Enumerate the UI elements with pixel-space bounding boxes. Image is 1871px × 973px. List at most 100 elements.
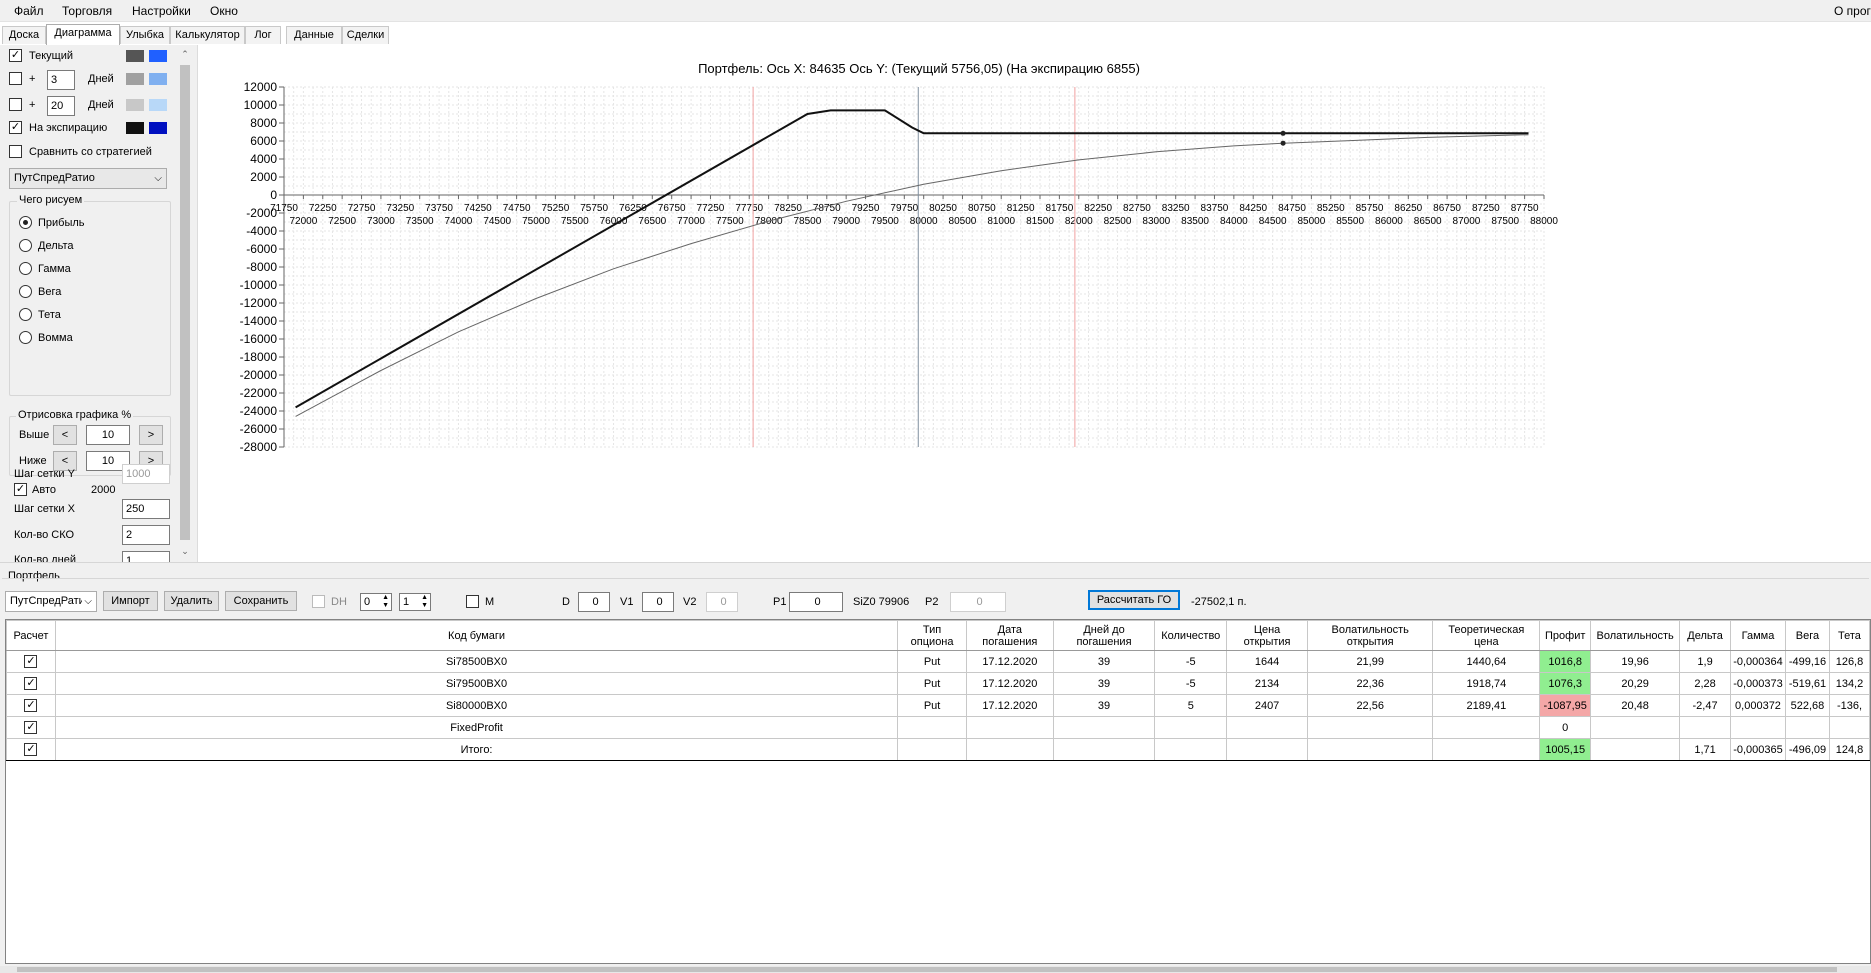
menu-about[interactable]: О прог xyxy=(1834,4,1871,18)
menu-settings[interactable]: Настройки xyxy=(132,4,191,18)
days2-color-swatch-1[interactable] xyxy=(126,99,144,111)
x-tick-label: 87500 xyxy=(1491,216,1519,227)
radio-gamma[interactable] xyxy=(19,262,32,275)
tab-data[interactable]: Данные xyxy=(286,26,342,44)
col-header-theta[interactable]: Тета xyxy=(1828,620,1870,651)
col-header-vol[interactable]: Волатильность xyxy=(1590,620,1681,651)
radio-vega[interactable] xyxy=(19,285,32,298)
menu-trading[interactable]: Торговля xyxy=(62,4,112,18)
col-header-days[interactable]: Дней до погашения xyxy=(1052,620,1156,651)
current-color-swatch-2[interactable] xyxy=(149,50,167,62)
tab-smile[interactable]: Улыбка xyxy=(120,26,170,44)
row-calc-checkbox[interactable]: ✓ xyxy=(24,721,38,734)
scroll-up-icon[interactable]: ⌃ xyxy=(178,49,192,63)
portfolio-strategy-combo[interactable]: ПутСпредРатио ⌵ xyxy=(5,591,97,612)
col-header-qty[interactable]: Количество xyxy=(1154,620,1228,651)
p1-input[interactable]: 0 xyxy=(789,592,843,612)
spin-arrows-icon[interactable]: ▲ ▼ xyxy=(421,594,428,610)
days2-color-swatch-2[interactable] xyxy=(149,99,167,111)
table-row[interactable]: ✓ Si78500BX0 Put 17.12.2020 39 -5 1644 21,99 144… xyxy=(6,650,1870,673)
row-calc-checkbox[interactable]: ✓ xyxy=(24,743,38,756)
dh-checkbox[interactable] xyxy=(312,595,325,608)
grid-y-input[interactable]: 1000 xyxy=(122,464,170,484)
col-header-type[interactable]: Тип опциона xyxy=(897,620,967,651)
radio-vomma[interactable] xyxy=(19,331,32,344)
v1-input[interactable]: 0 xyxy=(642,592,674,612)
above-increase-button[interactable]: > xyxy=(139,425,163,445)
col-header-calc[interactable]: Расчет xyxy=(6,620,56,651)
above-decrease-button[interactable]: < xyxy=(53,425,77,445)
tab-deals[interactable]: Сделки xyxy=(342,26,389,44)
row-calc-checkbox[interactable]: ✓ xyxy=(24,699,38,712)
x-tick-label: 73000 xyxy=(367,216,395,227)
days1-color-swatch-2[interactable] xyxy=(149,73,167,85)
x-tick-label: 80250 xyxy=(929,203,957,214)
expiry-color-swatch-2[interactable] xyxy=(149,122,167,134)
tab-board[interactable]: Доска xyxy=(2,26,46,44)
strategy-combo[interactable]: ПутСпредРатио ⌵ xyxy=(9,168,167,189)
x-tick-label: 82750 xyxy=(1123,203,1151,214)
tab-diagram[interactable]: Диаграмма xyxy=(46,24,120,45)
d-input[interactable]: 0 xyxy=(578,592,610,612)
col-header-gamma[interactable]: Гамма xyxy=(1730,620,1786,651)
p2-input[interactable]: 0 xyxy=(950,592,1006,612)
hscroll-thumb[interactable] xyxy=(17,967,1837,972)
table-row[interactable]: ✓ FixedProfit 0 xyxy=(6,716,1870,739)
tab-calculator[interactable]: Калькулятор xyxy=(170,26,245,44)
col-header-theo[interactable]: Теоретическая цена xyxy=(1432,620,1541,651)
dh-spin-1[interactable]: 0 ▲ ▼ xyxy=(360,593,392,611)
scroll-down-icon[interactable]: ⌄ xyxy=(178,546,192,558)
y-tick-label: -10000 xyxy=(240,278,278,292)
compare-checkbox[interactable] xyxy=(9,145,22,158)
row-calc-checkbox[interactable]: ✓ xyxy=(24,677,38,690)
scroll-thumb[interactable] xyxy=(180,65,190,540)
sko-input[interactable]: 2 xyxy=(122,525,170,545)
expiry-color-swatch-1[interactable] xyxy=(126,122,144,134)
horizontal-scrollbar[interactable] xyxy=(0,966,1871,973)
m-checkbox[interactable] xyxy=(466,595,479,608)
import-button[interactable]: Импорт xyxy=(103,591,158,611)
expiry-checkbox[interactable]: ✓ xyxy=(9,121,22,134)
days1-input[interactable]: 3 xyxy=(47,70,75,90)
y-tick-label: 2000 xyxy=(250,170,277,184)
table-row[interactable]: ✓ Si79500BX0 Put 17.12.2020 39 -5 2134 22,36 191… xyxy=(6,672,1870,695)
table-row[interactable]: ✓ Si80000BX0 Put 17.12.2020 39 5 2407 22,56 2189… xyxy=(6,694,1870,717)
v2-input[interactable]: 0 xyxy=(706,592,738,612)
col-header-vol-open[interactable]: Волатильность открытия xyxy=(1306,620,1434,651)
tab-log[interactable]: Лог xyxy=(245,26,281,44)
radio-theta[interactable] xyxy=(19,308,32,321)
row-calc-cell: ✓ xyxy=(6,716,56,739)
left-scrollbar[interactable]: ⌃ ⌄ xyxy=(178,49,192,559)
auto-checkbox[interactable]: ✓ xyxy=(14,483,27,496)
grid-x-input[interactable]: 250 xyxy=(122,499,170,519)
col-header-vega[interactable]: Вега xyxy=(1784,620,1830,651)
days2-input[interactable]: 20 xyxy=(47,96,75,116)
menu-file[interactable]: Файл xyxy=(14,4,44,18)
current-color-swatch-1[interactable] xyxy=(126,50,144,62)
days2-checkbox[interactable] xyxy=(9,98,22,111)
days1-color-swatch-1[interactable] xyxy=(126,73,144,85)
above-input[interactable]: 10 xyxy=(86,425,130,445)
radio-delta[interactable] xyxy=(19,239,32,252)
days1-checkbox[interactable] xyxy=(9,72,22,85)
col-header-date[interactable]: Дата погашения xyxy=(965,620,1054,651)
col-header-profit[interactable]: Профит xyxy=(1539,620,1592,651)
row-calc-checkbox[interactable]: ✓ xyxy=(24,655,38,668)
cell-vol: 19,96 xyxy=(1590,650,1681,673)
save-button[interactable]: Сохранить xyxy=(225,591,297,611)
days-count-input[interactable]: 1 xyxy=(122,551,170,562)
cell-delta: 1,9 xyxy=(1679,650,1731,673)
menu-window[interactable]: Окно xyxy=(210,4,238,18)
v2-label: V2 xyxy=(683,596,697,608)
col-header-delta[interactable]: Дельта xyxy=(1679,620,1731,651)
spin-arrows-icon[interactable]: ▲ ▼ xyxy=(382,594,389,610)
dh-spin-2[interactable]: 1 ▲ ▼ xyxy=(399,593,431,611)
radio-profit[interactable] xyxy=(19,216,32,229)
chevron-down-icon: ⌵ xyxy=(84,596,92,607)
calc-go-button[interactable]: Рассчитать ГО xyxy=(1088,590,1180,610)
current-checkbox[interactable]: ✓ xyxy=(9,49,22,62)
table-row[interactable]: ✓ Итого: 1005,15 1,71 -0,000365 -496,09 124,8 xyxy=(6,738,1870,761)
col-header-code[interactable]: Код бумаги xyxy=(54,620,899,651)
delete-button[interactable]: Удалить xyxy=(164,591,219,611)
col-header-open[interactable]: Цена открытия xyxy=(1226,620,1308,651)
